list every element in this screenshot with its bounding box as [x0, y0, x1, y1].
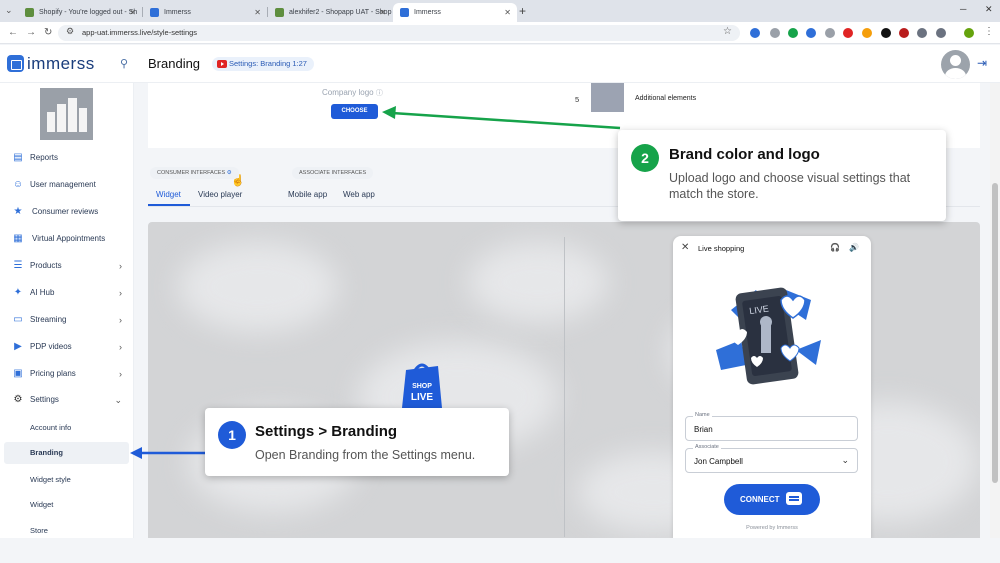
callout-description: Open Branding from the Settings menu. — [255, 448, 476, 462]
bottom-strip — [0, 538, 1000, 563]
callout-title: Settings > Branding — [255, 423, 398, 440]
callout-brand-color-and-logo: 2 Brand color and logo Upload logo and c… — [618, 130, 946, 221]
callout-arrowhead-2 — [382, 106, 396, 119]
callout-arrowhead-1 — [130, 447, 142, 459]
callout-title: Brand color and logo — [669, 146, 820, 163]
page-scrollbar[interactable] — [990, 83, 1000, 538]
callout-settings-branding: 1 Settings > Branding Open Branding from… — [205, 408, 509, 476]
callout-arrows — [130, 106, 621, 459]
callout-number: 2 — [631, 144, 659, 172]
callout-number: 1 — [218, 421, 246, 449]
callout-description: Upload logo and choose visual settings t… — [669, 171, 911, 201]
callout-arrow-2 — [391, 111, 621, 130]
scrollbar-thumb[interactable] — [992, 183, 998, 483]
